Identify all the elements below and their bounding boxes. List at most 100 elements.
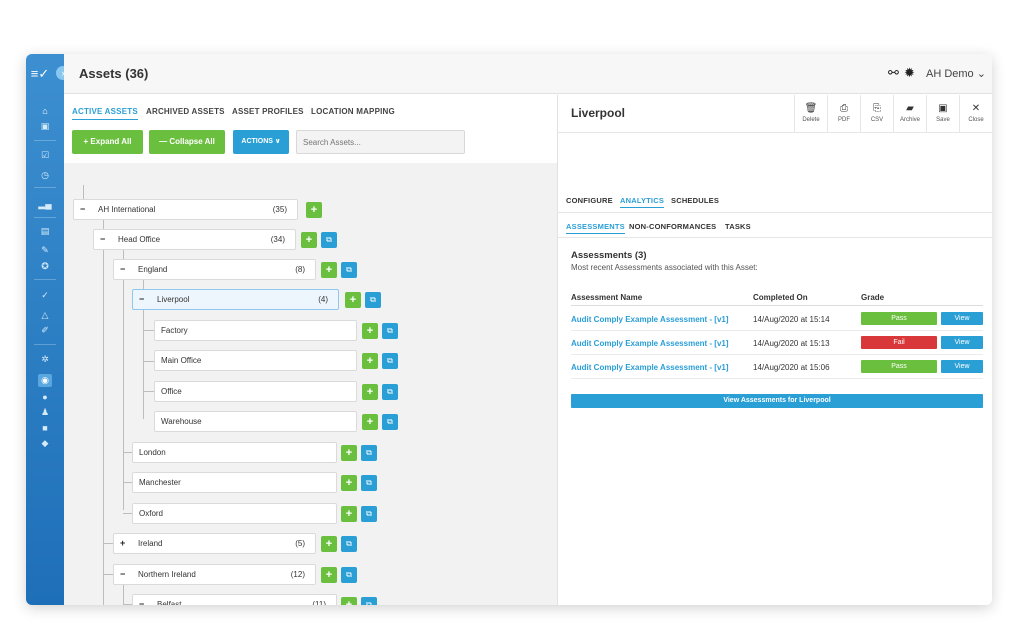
copy-icon[interactable]: ⧉: [361, 506, 377, 522]
tree-node[interactable]: − Northern Ireland (12): [113, 564, 316, 585]
home-icon[interactable]: ⌂: [26, 106, 64, 117]
warning-icon[interactable]: △: [26, 310, 64, 321]
user-icon[interactable]: ●: [26, 392, 64, 403]
tree-node[interactable]: − Belfast (11): [132, 594, 337, 605]
chart-icon[interactable]: ▂▄: [26, 199, 64, 210]
add-child-button[interactable]: +: [301, 232, 317, 248]
tree-node[interactable]: − AH International (35): [73, 199, 298, 220]
add-child-button[interactable]: +: [362, 353, 378, 369]
add-child-button[interactable]: +: [362, 414, 378, 430]
collapse-toggle[interactable]: −: [120, 260, 125, 279]
tab-analytics[interactable]: ANALYTICS: [620, 196, 665, 208]
assets-icon[interactable]: ◉: [38, 374, 52, 387]
note-icon[interactable]: ✐: [26, 325, 64, 336]
copy-icon[interactable]: ⧉: [361, 445, 377, 461]
copy-icon[interactable]: ⧉: [361, 597, 377, 605]
edit-icon[interactable]: ✎: [26, 245, 64, 256]
collapse-toggle[interactable]: −: [100, 230, 105, 249]
copy-icon[interactable]: ⧉: [341, 536, 357, 552]
copy-icon[interactable]: ⧉: [321, 232, 337, 248]
collapse-toggle[interactable]: −: [139, 290, 144, 309]
tree-node-selected[interactable]: − Liverpool (4): [132, 289, 339, 310]
gear-icon[interactable]: ✹: [904, 65, 915, 81]
subtab-tasks[interactable]: TASKS: [725, 222, 751, 231]
tab-asset-profiles[interactable]: ASSET PROFILES: [232, 107, 304, 116]
add-child-button[interactable]: +: [341, 475, 357, 491]
add-child-button[interactable]: +: [362, 323, 378, 339]
app-logo-icon[interactable]: ≡✓: [30, 66, 50, 82]
expand-all-button[interactable]: + Expand All: [72, 130, 143, 154]
checklist-icon[interactable]: ☑: [26, 150, 64, 161]
tree-node[interactable]: Manchester: [132, 472, 337, 493]
tree-node[interactable]: − England (8): [113, 259, 316, 280]
pdf-button[interactable]: ⎙ PDF: [827, 95, 860, 133]
node-label: Factory: [161, 326, 188, 335]
tree-node[interactable]: London: [132, 442, 337, 463]
user-menu[interactable]: AH Demo ⌄: [926, 67, 986, 80]
add-child-button[interactable]: +: [345, 292, 361, 308]
award-icon[interactable]: ✪: [26, 261, 64, 272]
view-button[interactable]: View: [941, 312, 983, 325]
expand-toggle[interactable]: +: [120, 534, 125, 553]
group-icon[interactable]: ♟: [26, 407, 64, 418]
close-button[interactable]: ✕ Close: [959, 95, 992, 133]
check-circle-icon[interactable]: ✓: [26, 290, 64, 301]
collapse-all-button[interactable]: — Collapse All: [149, 130, 225, 154]
archive-button[interactable]: ▰ Archive: [893, 95, 926, 133]
delete-button[interactable]: 🗑 Delete: [794, 95, 827, 133]
tab-location-mapping[interactable]: LOCATION MAPPING: [311, 107, 395, 116]
save-button[interactable]: ▣ Save: [926, 95, 959, 133]
collapse-toggle[interactable]: −: [80, 200, 85, 219]
view-button[interactable]: View: [941, 336, 983, 349]
tree-node[interactable]: + Ireland (5): [113, 533, 316, 554]
link-icon[interactable]: ⚯: [888, 65, 899, 81]
collapse-toggle[interactable]: −: [139, 595, 144, 605]
copy-icon[interactable]: ⧉: [382, 323, 398, 339]
tree-node[interactable]: Office: [154, 381, 357, 402]
assessment-link[interactable]: Audit Comply Example Assessment - [v1]: [571, 339, 729, 348]
clock-icon[interactable]: ◷: [26, 170, 64, 181]
tree-node[interactable]: − Head Office (34): [93, 229, 296, 250]
view-assessments-button[interactable]: View Assessments for Liverpool: [571, 394, 983, 408]
copy-icon[interactable]: ⧉: [382, 414, 398, 430]
rail-divider: [34, 187, 56, 188]
subtab-assessments[interactable]: ASSESSMENTS: [566, 222, 625, 234]
tag-icon[interactable]: ◆: [26, 438, 64, 449]
add-child-button[interactable]: +: [341, 506, 357, 522]
copy-icon[interactable]: ⧉: [382, 384, 398, 400]
tab-schedules[interactable]: SCHEDULES: [671, 196, 719, 205]
tab-archived-assets[interactable]: ARCHIVED ASSETS: [146, 107, 225, 116]
copy-icon[interactable]: ⧉: [361, 475, 377, 491]
tree-node[interactable]: Main Office: [154, 350, 357, 371]
rail-divider: [34, 217, 56, 218]
collapse-toggle[interactable]: −: [120, 565, 125, 584]
tree-connector: [123, 482, 132, 483]
tree-node[interactable]: Factory: [154, 320, 357, 341]
add-child-button[interactable]: +: [321, 567, 337, 583]
add-child-button[interactable]: +: [321, 536, 337, 552]
add-child-button[interactable]: +: [306, 202, 322, 218]
copy-icon[interactable]: ⧉: [382, 353, 398, 369]
search-input[interactable]: [296, 130, 465, 154]
document-icon[interactable]: ▤: [26, 226, 64, 237]
tab-configure[interactable]: CONFIGURE: [566, 196, 613, 205]
actions-dropdown[interactable]: ACTIONS ∨: [233, 130, 289, 154]
assessment-link[interactable]: Audit Comply Example Assessment - [v1]: [571, 315, 729, 324]
copy-icon[interactable]: ⧉: [365, 292, 381, 308]
subtab-non-conformances[interactable]: NON-CONFORMANCES: [629, 222, 716, 231]
tree-node[interactable]: Oxford: [132, 503, 337, 524]
calendar-icon[interactable]: ▣: [26, 121, 64, 132]
tree-node[interactable]: Warehouse: [154, 411, 357, 432]
folder-icon[interactable]: ■: [26, 423, 64, 434]
tab-active-assets[interactable]: ACTIVE ASSETS: [72, 107, 138, 120]
copy-icon[interactable]: ⧉: [341, 567, 357, 583]
add-child-button[interactable]: +: [321, 262, 337, 278]
copy-icon[interactable]: ⧉: [341, 262, 357, 278]
settings-icon[interactable]: ✲: [26, 354, 64, 365]
view-button[interactable]: View: [941, 360, 983, 373]
csv-button[interactable]: ⎘ CSV: [860, 95, 893, 133]
add-child-button[interactable]: +: [341, 445, 357, 461]
assessment-link[interactable]: Audit Comply Example Assessment - [v1]: [571, 363, 729, 372]
add-child-button[interactable]: +: [341, 597, 357, 605]
add-child-button[interactable]: +: [362, 384, 378, 400]
